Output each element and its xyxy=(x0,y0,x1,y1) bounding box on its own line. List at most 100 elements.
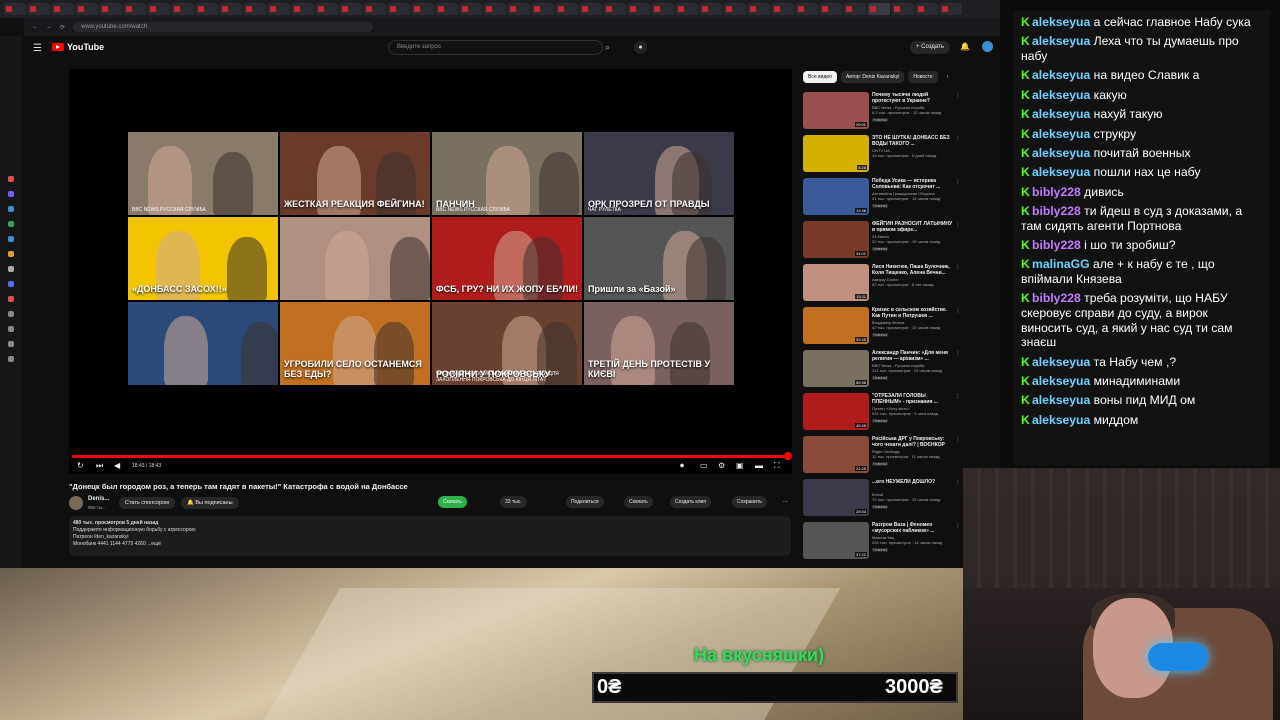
video-thumbnail[interactable] xyxy=(280,217,430,300)
notifications-icon[interactable]: 🔔 xyxy=(960,42,970,51)
more-options-icon[interactable]: ⋮ xyxy=(955,479,961,486)
sidebar-app-icon[interactable] xyxy=(8,281,14,287)
recommendation-item[interactable]: 37:22 Разгром Baza | Феномен «мусорских п… xyxy=(803,520,963,562)
browser-tab[interactable] xyxy=(412,3,434,15)
more-actions-icon[interactable]: ⋯ xyxy=(778,496,793,508)
download-green-button[interactable]: Скачать xyxy=(438,496,467,508)
save-button[interactable]: Сохранить xyxy=(732,496,767,508)
sidebar-app-icon[interactable] xyxy=(8,206,14,212)
chat-username[interactable]: alekseyua xyxy=(1032,88,1090,102)
download-button[interactable]: Скачать xyxy=(624,496,653,508)
browser-tab[interactable] xyxy=(940,3,962,15)
chat-username[interactable]: alekseyua xyxy=(1032,165,1090,179)
chat-username[interactable]: alekseyua xyxy=(1032,413,1090,427)
filter-chip[interactable]: Новосте xyxy=(908,71,938,83)
sidebar-app-icon[interactable] xyxy=(8,251,14,257)
filter-chip[interactable]: Автор: Denis Kazanskyi xyxy=(840,71,905,83)
search-icon[interactable]: ⌕ xyxy=(605,42,610,53)
chat-username[interactable]: bibly228 xyxy=(1032,291,1081,305)
recommendation-item[interactable]: 15:11 Лися Никитюк, Паша Булочник, Коля Т… xyxy=(803,262,963,304)
browser-tab[interactable] xyxy=(460,3,482,15)
recommendation-item[interactable]: 32:45 Кризис в сельском хозяйстве. Как Пу… xyxy=(803,305,963,347)
recommendation-thumbnail[interactable]: 29:01 xyxy=(803,92,869,129)
browser-tab[interactable] xyxy=(892,3,914,15)
sidebar-app-icon[interactable] xyxy=(8,341,14,347)
recommendation-thumbnail[interactable]: 15:11 xyxy=(803,264,869,301)
url-field[interactable]: www.youtube.com/watch xyxy=(73,22,374,32)
browser-tab[interactable] xyxy=(76,3,98,15)
chat-username[interactable]: alekseyua xyxy=(1032,68,1090,82)
browser-tab[interactable] xyxy=(148,3,170,15)
fullscreen-icon[interactable]: ⛶ xyxy=(774,461,780,471)
chat-username[interactable]: alekseyua xyxy=(1032,34,1090,48)
browser-tab[interactable] xyxy=(628,3,650,15)
more-options-icon[interactable]: ⋮ xyxy=(955,135,961,142)
recommendation-thumbnail[interactable]: 45:58 xyxy=(803,393,869,430)
browser-tab[interactable] xyxy=(484,3,506,15)
recommendation-thumbnail[interactable]: 12:48 xyxy=(803,178,869,215)
video-thumbnail[interactable]: ОРК ПРОЗРЕЛ ОТ ПРАВДЫ ЧАТ РУЛЕТКА xyxy=(584,132,734,215)
video-thumbnail[interactable]: УГРОБИЛИ СЕЛО ОСТАНЕМСЯ БЕЗ ЕДЫ? xyxy=(280,302,430,385)
browser-tab[interactable] xyxy=(508,3,530,15)
browser-tab[interactable] xyxy=(604,3,626,15)
video-thumbnail[interactable]: BBC NEWS РУССКАЯ СЛУЖБА xyxy=(128,132,278,215)
progress-bar[interactable] xyxy=(72,455,790,458)
browser-tab[interactable] xyxy=(292,3,314,15)
subscribed-button[interactable]: 🔔 Вы подписаны xyxy=(181,497,239,509)
replay-icon[interactable]: ↻ xyxy=(77,461,84,470)
share-button[interactable]: Поделиться xyxy=(566,496,604,508)
browser-tab[interactable] xyxy=(772,3,794,15)
browser-tab[interactable] xyxy=(388,3,410,15)
browser-tab[interactable] xyxy=(100,3,122,15)
video-thumbnail[interactable]: ПАНЧИН BBC NEWS РУССКАЯ СЛУЖБА xyxy=(432,132,582,215)
recommendation-item[interactable]: 45:58 "ОТРЕЗАЛИ ГОЛОВЫ ПЛЕННЫМ» - признан… xyxy=(803,391,963,433)
browser-tab[interactable] xyxy=(172,3,194,15)
browser-tab[interactable] xyxy=(436,3,458,15)
channel-avatar[interactable] xyxy=(69,496,83,510)
recommendation-item[interactable]: 21:25 Російська ДРГ у Покровську: чого че… xyxy=(803,434,963,476)
sidebar-app-icon[interactable] xyxy=(8,176,14,182)
browser-tab[interactable] xyxy=(52,3,74,15)
browser-tab[interactable] xyxy=(28,3,50,15)
browser-tab[interactable] xyxy=(916,3,938,15)
progress-scrubber[interactable] xyxy=(784,452,792,460)
create-clip-button[interactable]: Создать клип xyxy=(670,496,712,508)
like-button[interactable]: 33 тыс. xyxy=(500,496,527,508)
forward-icon[interactable]: → xyxy=(46,24,52,30)
chat-username[interactable]: alekseyua xyxy=(1032,146,1090,160)
browser-tab[interactable] xyxy=(700,3,722,15)
sidebar-app-icon[interactable] xyxy=(8,266,14,272)
chat-username[interactable]: alekseyua xyxy=(1032,127,1090,141)
video-thumbnail[interactable]: «ДОНБАСС ЗАСОХ!!» xyxy=(128,217,278,300)
reload-icon[interactable]: ⟳ xyxy=(60,24,65,31)
recommendation-thumbnail[interactable]: 8:28 xyxy=(803,135,869,172)
recommendation-item[interactable]: 29:01 Почему тысячи людей протестуют в Ук… xyxy=(803,90,963,132)
recommendation-thumbnail[interactable]: 34:01 xyxy=(803,221,869,258)
browser-tab[interactable] xyxy=(820,3,842,15)
miniplayer-icon[interactable]: ▣ xyxy=(736,461,744,470)
create-button[interactable]: + Создать xyxy=(910,41,950,54)
more-options-icon[interactable]: ⋮ xyxy=(955,393,961,400)
chat-username[interactable]: alekseyua xyxy=(1032,15,1090,29)
more-options-icon[interactable]: ⋮ xyxy=(955,92,961,99)
more-options-icon[interactable]: ⋮ xyxy=(955,307,961,314)
recommendation-thumbnail[interactable]: 32:45 xyxy=(803,307,869,344)
subtitles-icon[interactable]: ▭ xyxy=(700,461,708,470)
more-options-icon[interactable]: ⋮ xyxy=(955,350,961,357)
next-icon[interactable]: ⏭ xyxy=(96,461,103,471)
browser-tab[interactable] xyxy=(652,3,674,15)
microphone-icon[interactable]: ● xyxy=(634,41,647,54)
browser-tab[interactable] xyxy=(340,3,362,15)
chat-username[interactable]: alekseyua xyxy=(1032,355,1090,369)
description-box[interactable]: 480 тыс. просмотров 5 дней назад Поддержи… xyxy=(69,516,791,556)
more-options-icon[interactable]: ⋮ xyxy=(955,264,961,271)
more-options-icon[interactable]: ⋮ xyxy=(955,178,961,185)
theater-mode-icon[interactable]: ▬ xyxy=(755,461,763,470)
address-bar[interactable]: ← → ⟳ www.youtube.com/watch xyxy=(24,18,1000,36)
sidebar-app-icon[interactable] xyxy=(8,296,14,302)
autoplay-toggle-icon[interactable]: ⏺ xyxy=(680,461,684,471)
video-thumbnail[interactable]: ТРЕТІЙ ДЕНЬ ПРОТЕСТІВ У КИЄВІ xyxy=(584,302,734,385)
browser-tab[interactable] xyxy=(316,3,338,15)
sidebar-app-icon[interactable] xyxy=(8,191,14,197)
sidebar-app-icon[interactable] xyxy=(8,221,14,227)
